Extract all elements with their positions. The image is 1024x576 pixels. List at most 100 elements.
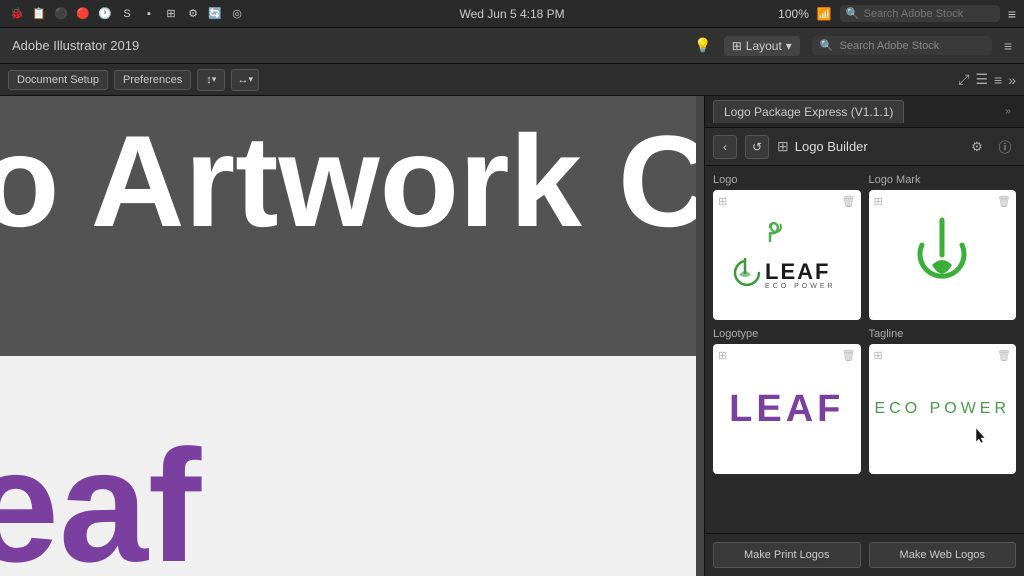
- mac-search-icon: 🔍: [846, 7, 860, 20]
- mac-time: Wed Jun 5 4:18 PM: [460, 7, 565, 21]
- logo-col-logotype: Logotype ⊞ 🗑 LEAF: [713, 328, 861, 474]
- canvas-top-text: o Artwork C: [0, 116, 704, 246]
- system-icon-5: 🕐: [96, 5, 114, 23]
- system-icon-9: ⚙: [184, 5, 202, 23]
- logo-card-logotype[interactable]: ⊞ 🗑 LEAF: [713, 344, 861, 474]
- make-print-logos-button[interactable]: Make Print Logos: [713, 542, 861, 568]
- menu-icon[interactable]: ≡: [1008, 6, 1016, 22]
- logo-row-1: Logo ⊞ 🗑: [713, 174, 1016, 320]
- mac-topbar: 🐞 📋 ⚫ 🔴 🕐 S ▪ ⊞ ⚙ 🔄 ◎ Wed Jun 5 4:18 PM …: [0, 0, 1024, 28]
- canvas-bottom-text: eaf: [0, 426, 201, 576]
- logo-card-mark[interactable]: ⊞ 🗑: [869, 190, 1017, 320]
- tagline-card-tl-icon: ⊞: [874, 349, 883, 362]
- purple-text: eaf: [0, 416, 201, 576]
- mac-search-bar[interactable]: 🔍: [840, 5, 1000, 22]
- main-area: o Artwork C eaf Logo Package Express (V1…: [0, 96, 1024, 576]
- logo-col-logomark: Logo Mark ⊞ 🗑: [869, 174, 1017, 320]
- mac-icons-row: 🐞 📋 ⚫ 🔴 🕐 S ▪ ⊞ ⚙ 🔄 ◎: [8, 5, 246, 23]
- tagline-card-tr-icon: 🗑: [997, 349, 1011, 362]
- right-panel: Logo Package Express (V1.1.1) » ‹ ↺ ⊞ Lo…: [704, 96, 1024, 576]
- refresh-icon: ↺: [752, 140, 762, 154]
- logo-card-main[interactable]: ⊞ 🗑: [713, 190, 861, 320]
- system-icon-2: 📋: [30, 5, 48, 23]
- settings-icon[interactable]: ⚙: [966, 136, 988, 158]
- system-icon-11: ◎: [228, 5, 246, 23]
- canvas-bottom-section: eaf: [0, 356, 704, 576]
- panel-tab-logo-package[interactable]: Logo Package Express (V1.1.1): [713, 100, 904, 123]
- toolbar-columns-icon[interactable]: ☰: [975, 71, 988, 88]
- toolbar-row: Document Setup Preferences ↕ ▾ ↔ ▾ ⤢ ☰ ≡…: [0, 64, 1024, 96]
- back-button[interactable]: ‹: [713, 135, 737, 159]
- mac-topbar-center: Wed Jun 5 4:18 PM: [460, 7, 565, 21]
- logomark-label: Logo Mark: [869, 174, 1017, 186]
- leaf-logo-svg-icon: [762, 221, 812, 249]
- logo-row-2: Logotype ⊞ 🗑 LEAF Tagline ⊞ 🗑 ECO POWER: [713, 328, 1016, 474]
- logo-col-logo: Logo ⊞ 🗑: [713, 174, 861, 320]
- preferences-button[interactable]: Preferences: [114, 70, 191, 90]
- panel-header-icons: ⚙ ⓘ: [966, 136, 1016, 158]
- expand-icon[interactable]: ⤢: [958, 71, 969, 88]
- system-icon-7: ▪: [140, 5, 158, 23]
- logo-card-tagline[interactable]: ⊞ 🗑 ECO POWER: [869, 344, 1017, 474]
- system-icon-4: 🔴: [74, 5, 92, 23]
- app-topbar: Adobe Illustrator 2019 💡 ⊞ Layout ▾ 🔍 Se…: [0, 28, 1024, 64]
- mark-card-tr-icon: 🗑: [997, 195, 1011, 208]
- logo-card-tl-icon: ⊞: [718, 195, 727, 208]
- canvas-content: o Artwork C eaf: [0, 96, 704, 576]
- tagline-text-content: ECO POWER: [874, 400, 1010, 418]
- system-icon-1: 🐞: [8, 5, 26, 23]
- align-icon: ↔: [237, 74, 248, 86]
- logo-builder-icon: ⊞: [777, 138, 789, 155]
- panel-header: ‹ ↺ ⊞ Logo Builder ⚙ ⓘ: [705, 128, 1024, 166]
- layout-label: Layout: [746, 39, 782, 53]
- logotype-text: LEAF: [729, 388, 844, 431]
- mac-topbar-left: 🐞 📋 ⚫ 🔴 🕐 S ▪ ⊞ ⚙ 🔄 ◎: [8, 5, 246, 23]
- refresh-button[interactable]: ↺: [745, 135, 769, 159]
- system-icon-3: ⚫: [52, 5, 70, 23]
- document-setup-button[interactable]: Document Setup: [8, 70, 108, 90]
- transform-chevron: ▾: [212, 74, 217, 85]
- panel-footer: Make Print Logos Make Web Logos: [705, 533, 1024, 576]
- app-topbar-right: 💡 ⊞ Layout ▾ 🔍 Search Adobe Stock ≡: [694, 36, 1012, 56]
- system-icon-10: 🔄: [206, 5, 224, 23]
- align-chevron: ▾: [248, 74, 253, 85]
- logo-grid: Logo ⊞ 🗑: [705, 166, 1024, 533]
- tagline-label: Tagline: [869, 328, 1017, 340]
- toolbar-right-icons: ⤢ ☰ ≡ »: [958, 71, 1016, 88]
- panel-tab-bar: Logo Package Express (V1.1.1) »: [705, 96, 1024, 128]
- logo-label: Logo: [713, 174, 861, 186]
- back-icon: ‹: [723, 140, 727, 154]
- panel-collapse-btn[interactable]: »: [1000, 104, 1016, 120]
- toolbar-expand-icon[interactable]: »: [1008, 72, 1016, 88]
- cursor-indicator: [974, 426, 986, 449]
- canvas-scroll[interactable]: [696, 96, 704, 576]
- stock-search-bar[interactable]: 🔍 Search Adobe Stock: [812, 36, 992, 55]
- align-icon-btn[interactable]: ↔ ▾: [231, 69, 259, 91]
- svg-text:ECO POWER: ECO POWER: [765, 283, 836, 289]
- logo-mark-svg: [902, 210, 982, 300]
- layout-chevron: ▾: [786, 39, 792, 53]
- wifi-icon: 📶: [817, 7, 832, 21]
- leaf-full-logo: LEAF ECO POWER: [727, 221, 847, 289]
- mark-card-tl-icon: ⊞: [874, 195, 883, 208]
- layout-icon: ⊞: [732, 39, 742, 53]
- logo-card-tr-icon: 🗑: [842, 195, 856, 208]
- columns-icon[interactable]: ≡: [1004, 38, 1012, 54]
- stock-search-icon: 🔍: [820, 39, 834, 52]
- transform-icon-btn[interactable]: ↕ ▾: [197, 69, 225, 91]
- make-web-logos-button[interactable]: Make Web Logos: [869, 542, 1017, 568]
- info-icon[interactable]: ⓘ: [994, 136, 1016, 158]
- logo-col-tagline: Tagline ⊞ 🗑 ECO POWER: [869, 328, 1017, 474]
- svg-text:LEAF: LEAF: [765, 259, 830, 284]
- system-icon-8: ⊞: [162, 5, 180, 23]
- logotype-card-tl-icon: ⊞: [718, 349, 727, 362]
- canvas-area: o Artwork C eaf: [0, 96, 704, 576]
- bulb-icon[interactable]: 💡: [694, 37, 711, 54]
- logotype-card-tr-icon: 🗑: [842, 349, 856, 362]
- battery-status: 100%: [778, 7, 809, 21]
- system-icon-6: S: [118, 5, 136, 23]
- logo-builder-title: Logo Builder: [795, 139, 868, 154]
- mac-search-input[interactable]: [864, 8, 994, 20]
- toolbar-panel-icon[interactable]: ≡: [994, 72, 1002, 88]
- layout-button[interactable]: ⊞ Layout ▾: [724, 36, 800, 56]
